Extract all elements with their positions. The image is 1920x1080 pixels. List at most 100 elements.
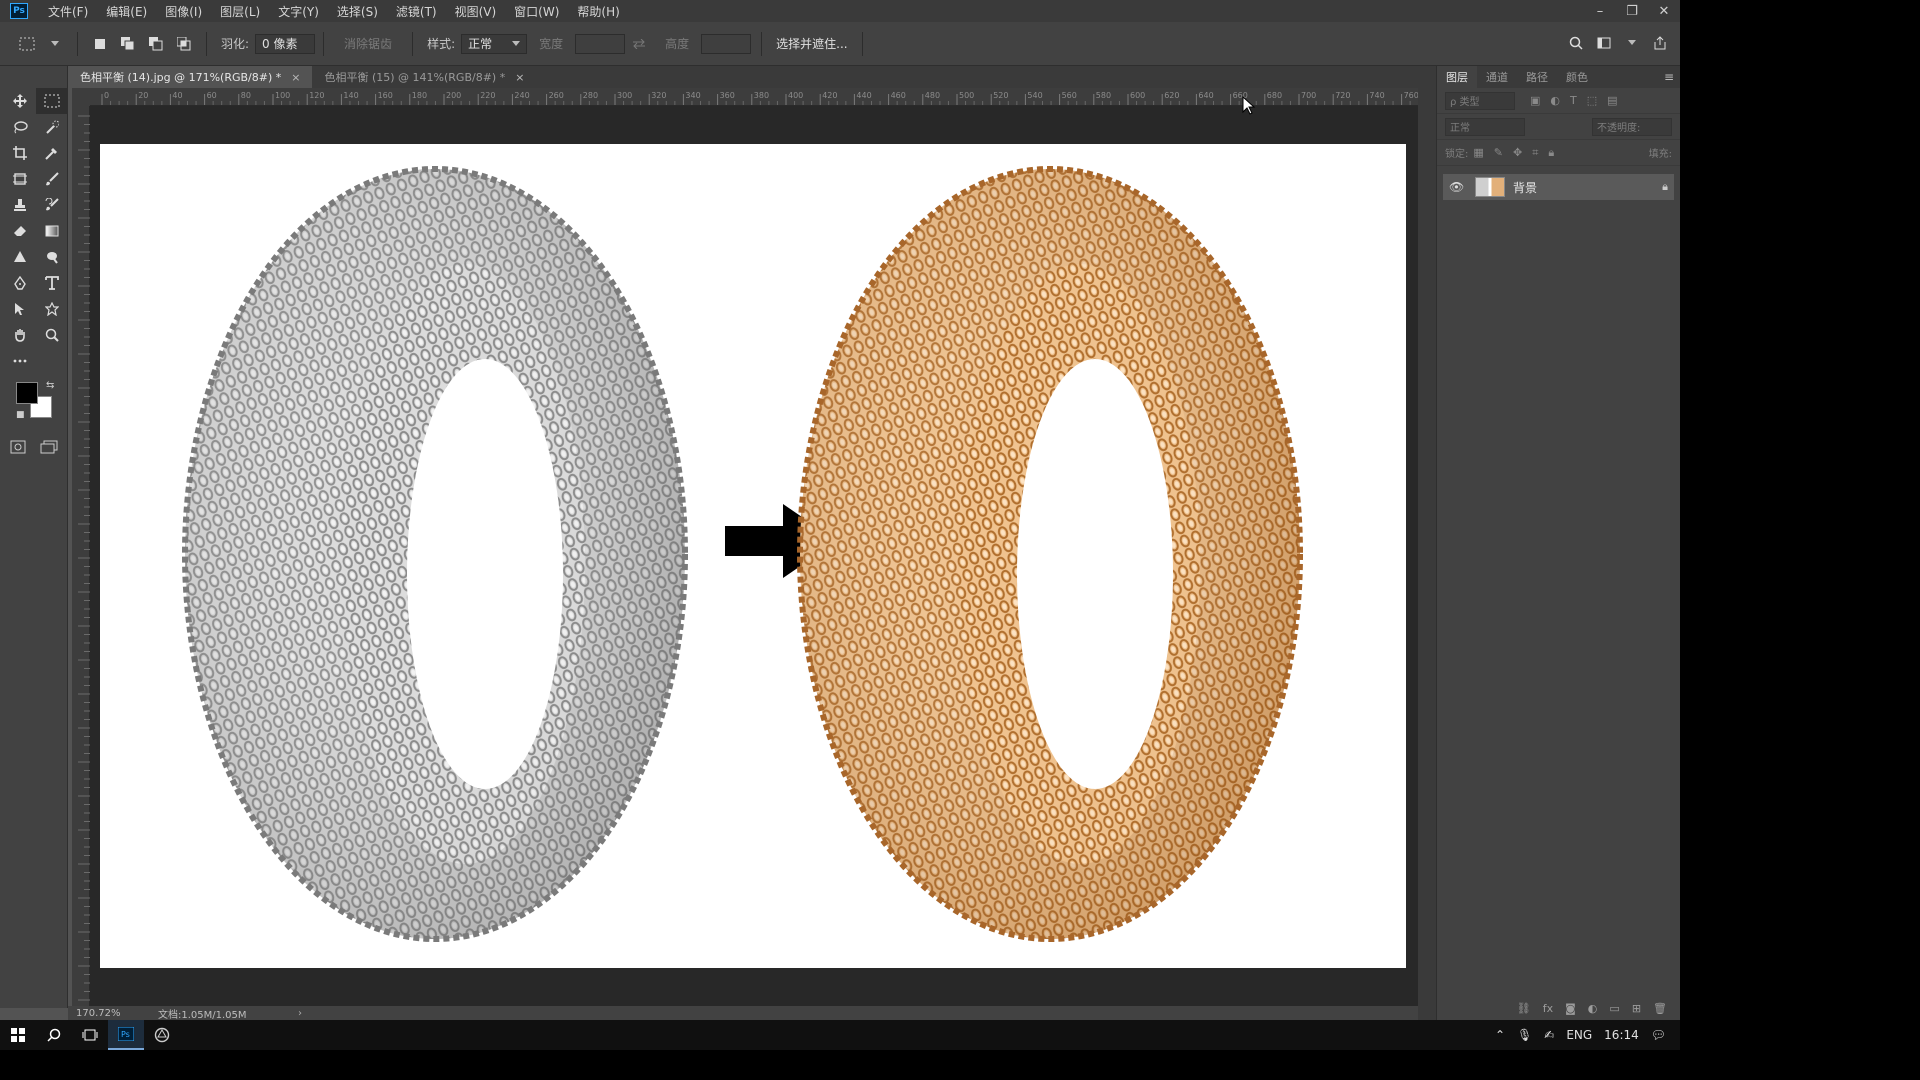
foreground-color-swatch[interactable] [16,382,38,404]
dodge-icon[interactable] [36,244,68,270]
path-select-icon[interactable] [4,296,36,322]
search-icon[interactable] [1565,32,1587,54]
filter-smart-icon[interactable]: ▤ [1607,94,1617,107]
menu-view[interactable]: 视图(V) [449,3,503,20]
height-input[interactable] [701,33,752,54]
quick-mask-icon[interactable] [10,440,26,454]
link-layers-icon[interactable]: ⛓︎ [1517,1002,1531,1015]
filter-pixel-icon[interactable]: ▣ [1530,94,1540,107]
menu-layer[interactable]: 图层(L) [214,3,266,20]
layer-item-background[interactable]: 👁︎ 背景 🔒︎ [1443,174,1674,200]
new-group-icon[interactable]: ▭ [1609,1002,1619,1015]
menu-filter[interactable]: 滤镜(T) [390,3,443,20]
ruler-vertical[interactable] [72,106,90,1006]
ruler-horizontal[interactable]: 0 20 40 60 80 100 120 140 160 180 200 220 240 260 280 3… [90,88,1418,106]
layer-style-icon[interactable]: fx [1543,1002,1553,1015]
panel-collapse-strip[interactable] [1418,66,1436,1020]
menu-select[interactable]: 选择(S) [331,3,384,20]
lock-transparent-icon[interactable]: ▦ [1473,146,1483,159]
tab-channels[interactable]: 通道 [1477,66,1517,88]
pen-icon[interactable] [4,270,36,296]
taskbar-app-icon[interactable] [144,1020,180,1050]
microphone-icon[interactable]: 🎙︎ [1517,1028,1532,1042]
gradient-icon[interactable] [36,218,68,244]
eye-icon[interactable]: 👁︎ [1449,180,1467,194]
menu-file[interactable]: 文件(F) [42,3,94,20]
menu-edit[interactable]: 编辑(E) [100,3,153,20]
lock-pixels-icon[interactable]: ✎ [1494,146,1503,159]
zoom-icon[interactable] [36,322,68,348]
clock[interactable]: 16:14 [1604,1028,1639,1042]
windows-start-icon[interactable] [0,1020,36,1050]
add-selection-icon[interactable] [117,33,139,55]
notifications-icon[interactable]: 💬︎ [1651,1028,1666,1042]
select-and-mask-button[interactable]: 选择并遮住... [761,31,863,56]
shape-icon[interactable] [36,296,68,322]
layer-filter-select[interactable]: ρ 类型 [1445,91,1515,110]
sharpen-icon[interactable] [4,244,36,270]
filter-adjustment-icon[interactable]: ◐ [1550,94,1560,107]
width-input[interactable] [575,33,626,54]
document-tab-active[interactable]: 色相平衡 (14).jpg @ 171%(RGB/8#) * × [68,66,313,88]
add-mask-icon[interactable]: ◙ [1565,1002,1576,1015]
workspace-icon[interactable] [1593,32,1615,54]
delete-layer-icon[interactable]: 🗑︎ [1653,1002,1667,1015]
chevron-down-icon[interactable] [44,33,66,55]
language-indicator[interactable]: ENG [1566,1028,1592,1042]
eyedropper-icon[interactable] [36,140,68,166]
menu-window[interactable]: 窗口(W) [508,3,565,20]
hand-icon[interactable] [4,322,36,348]
history-brush-icon[interactable] [36,192,68,218]
task-view-icon[interactable] [72,1020,108,1050]
close-icon[interactable]: × [515,71,524,84]
filter-type-icon[interactable]: T [1570,94,1577,107]
blend-mode-select[interactable]: 正常 [1445,117,1525,136]
brush-icon[interactable] [36,166,68,192]
panel-menu-icon[interactable]: ≡ [1664,70,1674,84]
move-icon[interactable] [4,88,36,114]
tab-color[interactable]: 颜色 [1557,66,1597,88]
canvas-area[interactable] [90,106,1418,1006]
type-icon[interactable] [36,270,68,296]
share-icon[interactable] [1649,32,1671,54]
search-icon[interactable] [36,1020,72,1050]
restore-button[interactable]: ❐ [1616,0,1648,22]
tab-paths[interactable]: 路径 [1517,66,1557,88]
lock-position-icon[interactable]: ✥ [1513,146,1522,159]
swap-colors-icon[interactable]: ⇆ [46,380,54,391]
feather-input[interactable]: 0 像素 [255,33,316,54]
lock-artboard-icon[interactable]: ⌗ [1532,146,1538,160]
style-select[interactable]: 正常 [461,33,528,54]
chevron-right-icon[interactable]: › [298,1008,302,1019]
stamp-icon[interactable] [4,192,36,218]
minimize-button[interactable]: – [1584,0,1616,22]
close-button[interactable]: ✕ [1648,0,1680,22]
document-canvas[interactable] [100,144,1406,968]
crop-icon[interactable] [4,140,36,166]
adjustment-layer-icon[interactable]: ◐ [1588,1002,1598,1015]
eraser-icon[interactable] [4,218,36,244]
more-tools-icon[interactable] [4,348,36,374]
document-tab[interactable]: 色相平衡 (15) @ 141%(RGB/8#) * × [312,66,537,88]
opacity-field[interactable]: 不透明度: [1592,117,1672,136]
new-selection-icon[interactable] [89,33,111,55]
zoom-level[interactable]: 170.72% [76,1008,158,1019]
subtract-selection-icon[interactable] [145,33,167,55]
quick-select-icon[interactable] [36,114,68,140]
chevron-up-icon[interactable]: ⌃ [1495,1028,1505,1042]
frame-icon[interactable] [4,166,36,192]
layer-name[interactable]: 背景 [1513,179,1537,196]
filter-shape-icon[interactable]: ⬚ [1587,94,1597,107]
antialias-checkbox[interactable]: 消除锯齿 [344,35,392,52]
tab-layers[interactable]: 图层 [1437,66,1477,88]
swap-dimensions-icon[interactable] [628,33,650,55]
marquee-icon[interactable] [36,88,68,114]
menu-help[interactable]: 帮助(H) [571,3,625,20]
pen-input-icon[interactable]: ✍︎ [1544,1028,1554,1042]
chevron-down-icon[interactable] [1621,32,1643,54]
menu-type[interactable]: 文字(Y) [272,3,325,20]
new-layer-icon[interactable]: ⊞ [1632,1002,1641,1015]
menu-image[interactable]: 图像(I) [159,3,208,20]
rect-marquee-preset-icon[interactable] [16,33,38,55]
default-colors-icon[interactable]: ■ [16,410,25,420]
